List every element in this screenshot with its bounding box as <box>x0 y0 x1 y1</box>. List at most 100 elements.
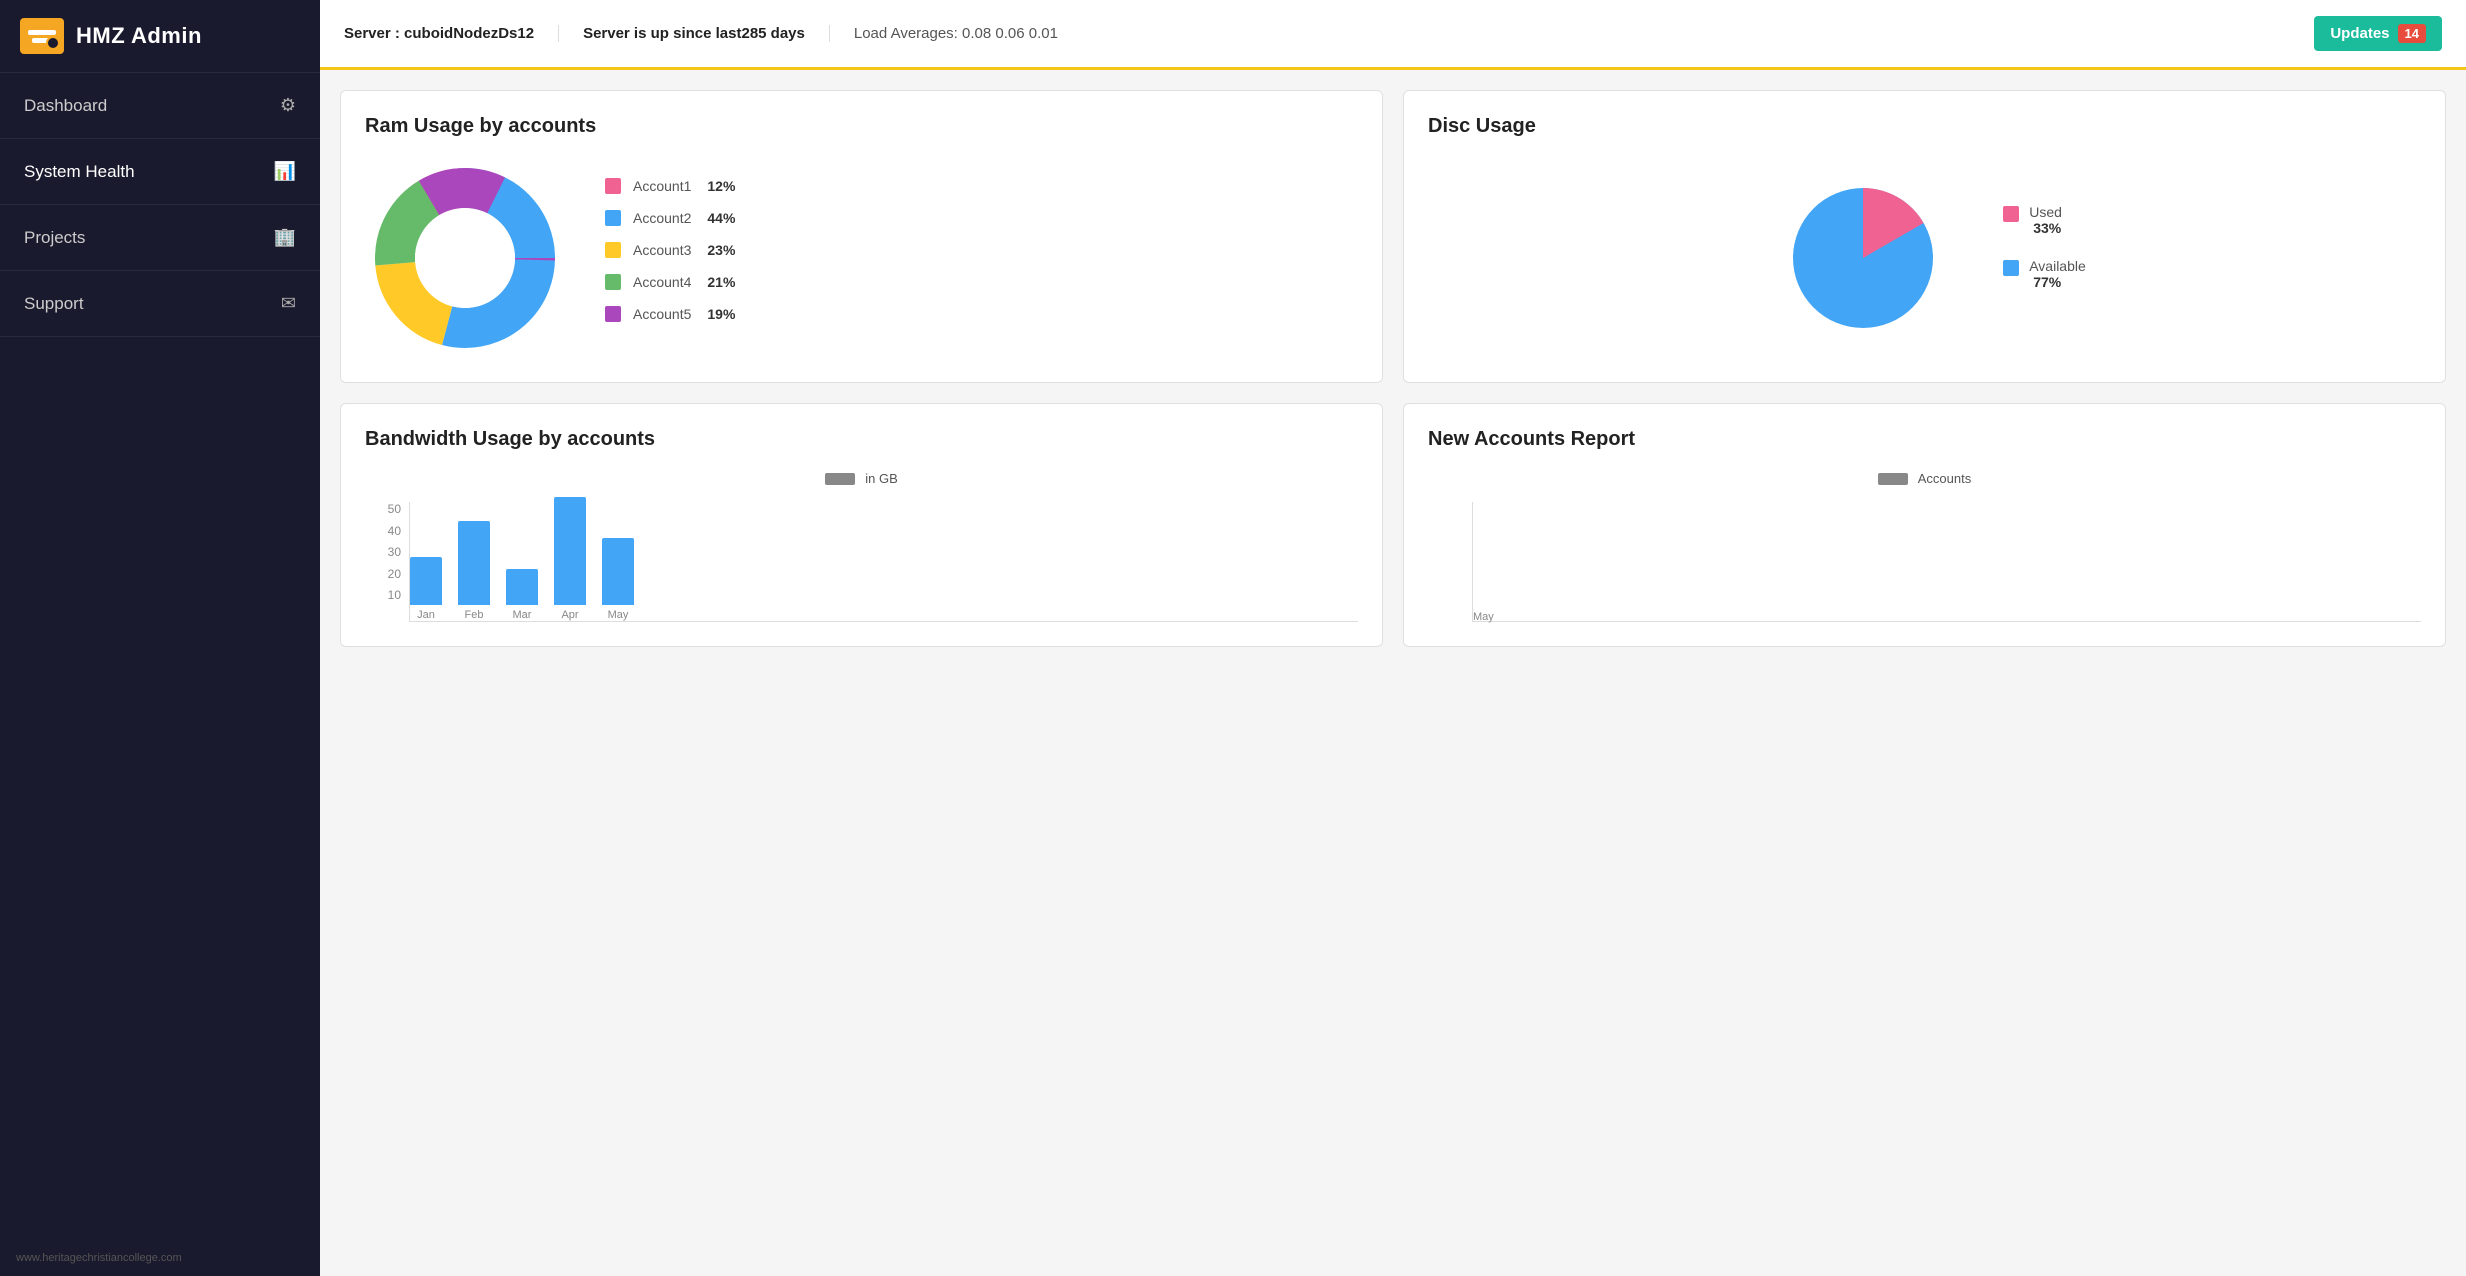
ram-chart-title: Ram Usage by accounts <box>365 115 1358 138</box>
bandwidth-chart-title: Bandwidth Usage by accounts <box>365 428 1358 451</box>
legend-item-account2: Account2 44% <box>605 210 735 226</box>
bandwidth-chart-area: 50 40 30 20 10 Jan Feb <box>365 502 1358 622</box>
org-icon: 🏢 <box>274 227 296 248</box>
y-label-20: 20 <box>388 567 401 581</box>
bar-feb-rect <box>458 521 490 605</box>
ram-chart-container: Account1 12% Account2 44% Account3 23% <box>365 158 1358 358</box>
bar-feb-label: Feb <box>465 609 484 621</box>
load-averages: Load Averages: 0.08 0.06 0.01 <box>830 25 2314 42</box>
cards-row-1: Ram Usage by accounts <box>340 90 2446 383</box>
sidebar: HMZ Admin Dashboard ⚙ System Health 📊 Pr… <box>0 0 320 1276</box>
account2-label: Account2 <box>633 210 691 226</box>
chart-icon: 📊 <box>274 161 296 182</box>
sidebar-footer: www.heritagechristiancollege.com <box>0 1240 320 1276</box>
disc-chart-title: Disc Usage <box>1428 115 2421 138</box>
bar-apr-rect <box>554 497 586 605</box>
legend-item-account1: Account1 12% <box>605 178 735 194</box>
available-label: Available <box>2029 258 2086 274</box>
ram-usage-card: Ram Usage by accounts <box>340 90 1383 383</box>
account1-color-swatch <box>605 178 621 194</box>
account5-pct: 19% <box>707 306 735 322</box>
logo-icon <box>20 18 64 54</box>
used-label: Used <box>2029 204 2062 220</box>
ram-legend: Account1 12% Account2 44% Account3 23% <box>605 178 735 338</box>
used-color-swatch <box>2003 206 2019 222</box>
bar-mar-label: Mar <box>513 609 532 621</box>
content-area: Ram Usage by accounts <box>320 70 2466 1276</box>
accounts-legend-label: Accounts <box>1918 471 1971 486</box>
gear-icon: ⚙ <box>280 95 296 116</box>
available-pct: 77% <box>2033 274 2086 290</box>
bandwidth-legend-label: in GB <box>865 471 898 486</box>
sidebar-item-projects[interactable]: Projects 🏢 <box>0 205 320 271</box>
available-color-swatch <box>2003 260 2019 276</box>
bar-jan-label: Jan <box>417 609 435 621</box>
account5-label: Account5 <box>633 306 691 322</box>
main-content: Server : cuboidNodezDs12 Server is up si… <box>320 0 2466 1276</box>
legend-item-account5: Account5 19% <box>605 306 735 322</box>
account1-label: Account1 <box>633 178 691 194</box>
sidebar-item-dashboard[interactable]: Dashboard ⚙ <box>0 73 320 139</box>
bar-mar: Mar <box>506 569 538 621</box>
updates-button[interactable]: Updates 14 <box>2314 16 2442 51</box>
bar-jan-rect <box>410 557 442 605</box>
accounts-legend: Accounts <box>1428 471 2421 486</box>
bandwidth-color-swatch <box>825 473 855 485</box>
server-name: Server : cuboidNodezDs12 <box>344 25 559 42</box>
bar-feb: Feb <box>458 521 490 621</box>
updates-label: Updates <box>2330 25 2389 42</box>
disc-chart-container: Used 33% Available 77% <box>1428 158 2421 358</box>
bar-mar-rect <box>506 569 538 605</box>
accounts-chart: May <box>1472 502 2421 622</box>
cards-row-2: Bandwidth Usage by accounts in GB 50 40 … <box>340 403 2446 647</box>
sidebar-item-support[interactable]: Support ✉ <box>0 271 320 337</box>
account3-label: Account3 <box>633 242 691 258</box>
accounts-chart-area: May <box>1428 502 2421 622</box>
account4-color-swatch <box>605 274 621 290</box>
disc-legend: Used 33% Available 77% <box>2003 204 2086 312</box>
new-accounts-card: New Accounts Report Accounts May <box>1403 403 2446 647</box>
bar-apr-label: Apr <box>561 609 578 621</box>
accounts-report-title: New Accounts Report <box>1428 428 2421 451</box>
accounts-color-swatch <box>1878 473 1908 485</box>
mail-icon: ✉ <box>281 293 296 314</box>
account1-pct: 12% <box>707 178 735 194</box>
bar-may-label: May <box>608 609 629 621</box>
bar-may: May <box>602 538 634 621</box>
disc-pie-chart <box>1763 158 1963 358</box>
y-label-10: 10 <box>388 588 401 602</box>
account2-color-swatch <box>605 210 621 226</box>
app-title: HMZ Admin <box>76 23 202 49</box>
y-label-50: 50 <box>388 502 401 516</box>
legend-item-account4: Account4 21% <box>605 274 735 290</box>
topbar: Server : cuboidNodezDs12 Server is up si… <box>320 0 2466 70</box>
acc-bar-may-label: May <box>1473 611 1494 623</box>
account5-color-swatch <box>605 306 621 322</box>
account4-pct: 21% <box>707 274 735 290</box>
bandwidth-legend: in GB <box>365 471 1358 486</box>
bar-may-rect <box>602 538 634 605</box>
legend-item-account3: Account3 23% <box>605 242 735 258</box>
sidebar-item-system-health[interactable]: System Health 📊 <box>0 139 320 205</box>
account4-label: Account4 <box>633 274 691 290</box>
account2-pct: 44% <box>707 210 735 226</box>
y-label-30: 30 <box>388 545 401 559</box>
bar-jan: Jan <box>410 557 442 621</box>
acc-bar-may: May <box>1473 605 1494 621</box>
sidebar-header: HMZ Admin <box>0 0 320 73</box>
disc-legend-used: Used 33% <box>2003 204 2086 236</box>
account3-pct: 23% <box>707 242 735 258</box>
bar-apr: Apr <box>554 497 586 621</box>
y-label-40: 40 <box>388 524 401 538</box>
ram-donut-chart <box>365 158 565 358</box>
y-axis: 50 40 30 20 10 <box>365 502 405 602</box>
bandwidth-card: Bandwidth Usage by accounts in GB 50 40 … <box>340 403 1383 647</box>
bar-chart: Jan Feb Mar Apr <box>409 502 1358 622</box>
updates-count: 14 <box>2398 24 2426 43</box>
account3-color-swatch <box>605 242 621 258</box>
disc-legend-available: Available 77% <box>2003 258 2086 290</box>
used-pct: 33% <box>2033 220 2062 236</box>
disc-usage-card: Disc Usage <box>1403 90 2446 383</box>
logo-gear-icon <box>46 36 60 50</box>
server-uptime: Server is up since last285 days <box>559 25 830 42</box>
